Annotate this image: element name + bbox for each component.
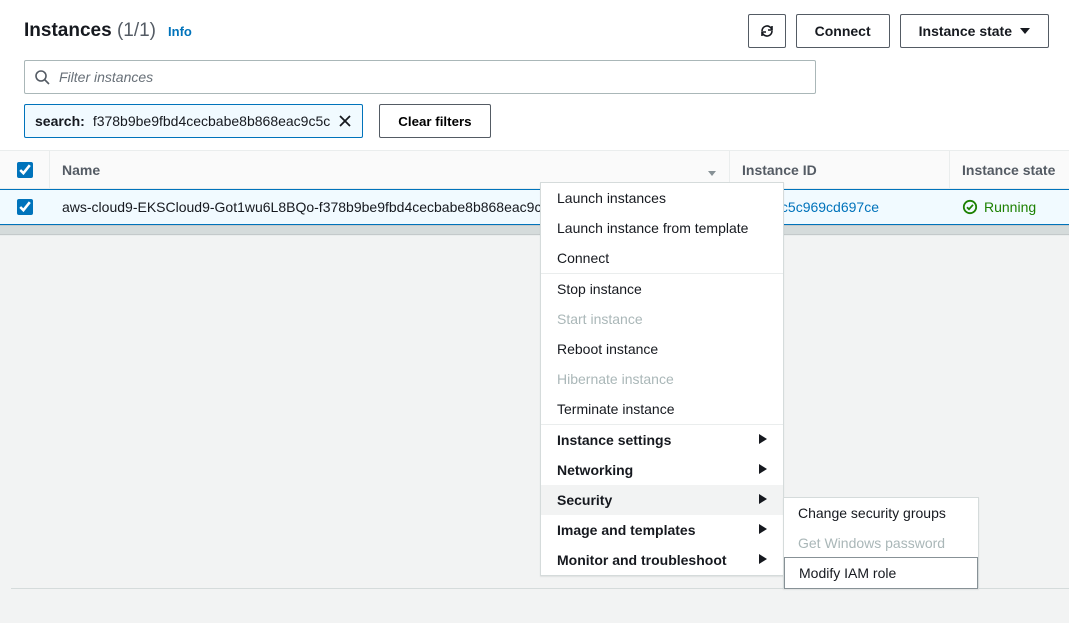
- clear-filters-button[interactable]: Clear filters: [379, 104, 490, 138]
- ctx-item-label: Terminate instance: [557, 401, 675, 417]
- row-state-cell: Running: [950, 190, 1069, 224]
- ctx-sub-label: Change security groups: [798, 505, 946, 521]
- ctx-item-label: Launch instance from template: [557, 220, 748, 236]
- chip-close[interactable]: [338, 114, 352, 128]
- ctx-item-label: Security: [557, 492, 612, 508]
- chip-row: search: f378b9be9fbd4cecbabe8b868eac9c5c…: [0, 104, 1069, 150]
- ctx-item-hibernate-instance: Hibernate instance: [541, 364, 783, 394]
- instance-state-label: Instance state: [919, 23, 1012, 39]
- col-id-label: Instance ID: [742, 162, 817, 178]
- chip-value: f378b9be9fbd4cecbabe8b868eac9c5c: [93, 113, 330, 129]
- connect-button[interactable]: Connect: [796, 14, 890, 48]
- ctx-item-connect[interactable]: Connect: [541, 243, 783, 273]
- page-header: Instances (1/1) Info Connect Instance st…: [0, 0, 1069, 54]
- ctx-item-reboot-instance[interactable]: Reboot instance: [541, 334, 783, 364]
- ctx-item-label: Stop instance: [557, 281, 642, 297]
- submenu-arrow-icon: [759, 494, 767, 507]
- ctx-item-label: Connect: [557, 250, 609, 266]
- ctx-item-label: Image and templates: [557, 522, 696, 538]
- status-text: Running: [984, 199, 1036, 215]
- sort-icon: [707, 164, 717, 176]
- info-link[interactable]: Info: [168, 24, 192, 39]
- context-menu: Launch instances Launch instance from tem…: [540, 182, 784, 576]
- ctx-sub-item-change-security-groups[interactable]: Change security groups: [784, 498, 978, 528]
- ctx-item-stop-instance[interactable]: Stop instance: [541, 274, 783, 304]
- submenu-arrow-icon: [759, 524, 767, 537]
- col-select-all[interactable]: [0, 151, 50, 188]
- ctx-item-terminate-instance[interactable]: Terminate instance: [541, 394, 783, 424]
- title-text: Instances: [24, 20, 112, 41]
- ctx-item-start-instance: Start instance: [541, 304, 783, 334]
- ctx-sub-item-modify-iam-role[interactable]: Modify IAM role: [784, 557, 978, 589]
- filter-input[interactable]: [24, 60, 816, 94]
- status-badge: Running: [962, 199, 1036, 215]
- ctx-item-label: Launch instances: [557, 190, 666, 206]
- ctx-item-image-and-templates[interactable]: Image and templates: [541, 515, 783, 545]
- ctx-sub-label: Modify IAM role: [799, 565, 896, 581]
- ctx-item-monitor-and-troubleshoot[interactable]: Monitor and troubleshoot: [541, 545, 783, 575]
- ctx-item-label: Monitor and troubleshoot: [557, 552, 727, 568]
- col-state-header[interactable]: Instance state: [950, 151, 1069, 188]
- header-left: Instances (1/1) Info: [24, 20, 192, 42]
- page-title: Instances (1/1): [24, 20, 156, 42]
- caret-down-icon: [1020, 28, 1030, 34]
- ctx-item-instance-settings[interactable]: Instance settings: [541, 425, 783, 455]
- submenu-arrow-icon: [759, 554, 767, 567]
- submenu-arrow-icon: [759, 434, 767, 447]
- table-row[interactable]: aws-cloud9-EKSCloud9-Got1wu6L8BQo-f378b9…: [0, 189, 1069, 225]
- connect-label: Connect: [815, 23, 871, 39]
- refresh-button[interactable]: [748, 14, 786, 48]
- select-all-checkbox[interactable]: [17, 162, 33, 178]
- ctx-item-label: Start instance: [557, 311, 643, 327]
- col-state-label: Instance state: [962, 162, 1055, 178]
- refresh-icon: [759, 23, 775, 39]
- filter-chip[interactable]: search: f378b9be9fbd4cecbabe8b868eac9c5c: [24, 104, 363, 138]
- ctx-sub-item-get-windows-password: Get Windows password: [784, 528, 978, 558]
- ctx-item-networking[interactable]: Networking: [541, 455, 783, 485]
- search-icon: [34, 69, 50, 85]
- ctx-item-launch-instances[interactable]: Launch instances: [541, 183, 783, 213]
- instance-state-button[interactable]: Instance state: [900, 14, 1049, 48]
- close-icon: [338, 114, 352, 128]
- ctx-sub-label: Get Windows password: [798, 535, 945, 551]
- ctx-item-label: Hibernate instance: [557, 371, 674, 387]
- title-count: (1/1): [117, 20, 156, 41]
- check-circle-icon: [962, 199, 978, 215]
- clear-filters-label: Clear filters: [398, 114, 471, 129]
- row-checkbox-cell[interactable]: [0, 190, 50, 224]
- filter-input-wrap: [24, 60, 816, 94]
- ctx-item-security[interactable]: Security: [541, 485, 783, 515]
- ctx-item-label: Instance settings: [557, 432, 671, 448]
- col-name-label: Name: [62, 162, 100, 178]
- submenu-arrow-icon: [759, 464, 767, 477]
- table-header: Name Instance ID Instance state: [0, 151, 1069, 189]
- ctx-item-label: Reboot instance: [557, 341, 658, 357]
- ctx-item-label: Networking: [557, 462, 633, 478]
- chip-key: search:: [35, 113, 85, 129]
- instance-name: aws-cloud9-EKSCloud9-Got1wu6L8BQo-f378b9…: [62, 199, 556, 215]
- header-actions: Connect Instance state: [748, 14, 1049, 48]
- filter-row: [0, 54, 1069, 104]
- row-checkbox[interactable]: [17, 199, 33, 215]
- context-submenu-security: Change security groups Get Windows passwo…: [783, 497, 979, 589]
- horizontal-scrollbar[interactable]: [0, 225, 1069, 235]
- ctx-item-launch-instance-from-template[interactable]: Launch instance from template: [541, 213, 783, 243]
